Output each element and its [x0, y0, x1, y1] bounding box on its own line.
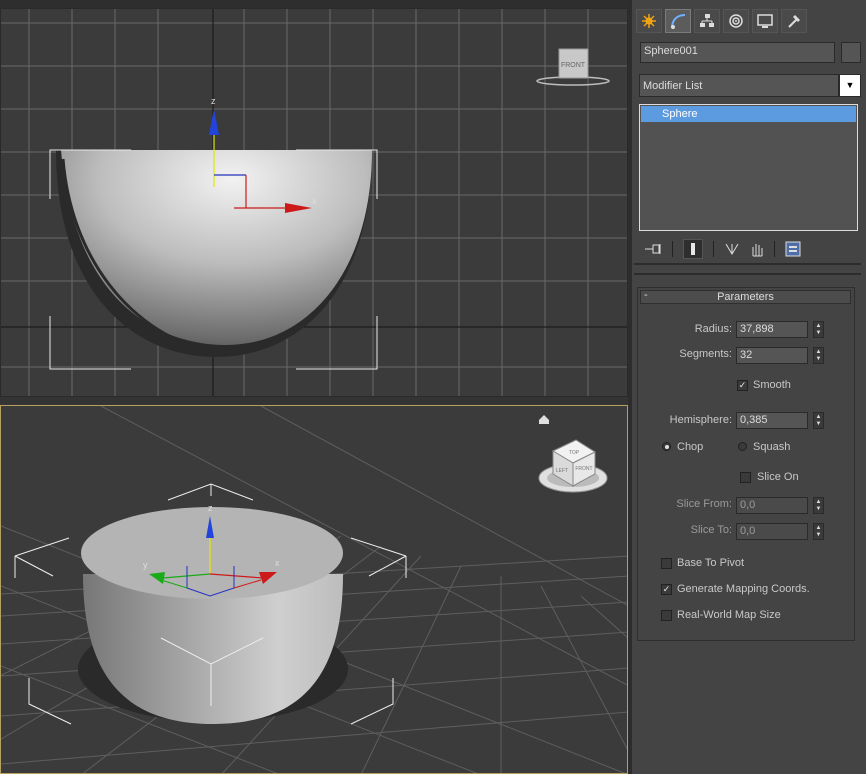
hemisphere-cap-persp[interactable]	[81, 507, 343, 599]
viewport-divider[interactable]	[0, 397, 630, 405]
home-icon[interactable]	[539, 415, 549, 424]
segments-spinner[interactable]: ▲ ▼	[813, 347, 824, 364]
object-color-swatch[interactable]	[841, 42, 861, 63]
modifier-list-arrow[interactable]: ▼	[839, 74, 861, 97]
radius-label: Radius:	[694, 323, 732, 335]
viewcube-persp-front: FRONT	[575, 466, 592, 472]
parameters-rollout-header[interactable]: - Parameters	[640, 289, 851, 304]
stack-item-sphere[interactable]: Sphere	[641, 106, 856, 122]
hemisphere-input[interactable]: 0,385	[736, 412, 808, 429]
slice-to-label: Slice To:	[690, 524, 732, 536]
front-viewcube[interactable]: FRONT	[536, 48, 610, 86]
slice-from-label: Slice From:	[676, 498, 732, 510]
gen-mapping-label: Generate Mapping Coords.	[677, 583, 810, 595]
slice-from-spinner[interactable]: ▲ ▼	[813, 497, 824, 514]
axis-label-z: z	[211, 96, 216, 106]
base-to-pivot-checkbox[interactable]	[661, 558, 672, 569]
viewcube-front-label: FRONT	[561, 62, 586, 69]
rollout-collapse-toggle[interactable]: -	[644, 289, 648, 301]
persp-axis-label-z: z	[208, 503, 213, 513]
gen-mapping-checkbox[interactable]: ✓	[661, 584, 672, 595]
real-world-checkbox[interactable]	[661, 610, 672, 621]
smooth-checkbox[interactable]: ✓	[737, 380, 748, 391]
display-icon[interactable]	[752, 9, 778, 33]
axis-label-x: x	[312, 196, 317, 206]
squash-radio[interactable]	[738, 442, 747, 451]
create-icon[interactable]	[636, 9, 662, 33]
slice-from-input[interactable]: 0,0	[736, 497, 808, 514]
motion-icon[interactable]	[723, 9, 749, 33]
object-name-field[interactable]: Sphere001	[640, 42, 835, 63]
smooth-label: Smooth	[753, 379, 791, 391]
panel-separator-2	[634, 273, 861, 275]
chop-radio[interactable]	[662, 442, 671, 451]
viewcube-persp-left: LEFT	[556, 468, 568, 474]
radius-spinner[interactable]: ▲ ▼	[813, 321, 824, 338]
modifier-list-dropdown[interactable]: Modifier List	[639, 74, 839, 97]
real-world-label: Real-World Map Size	[677, 609, 781, 621]
modify-icon[interactable]	[665, 9, 691, 33]
show-end-result-icon[interactable]	[683, 239, 703, 259]
stack-toolbar	[644, 239, 854, 259]
slice-on-label: Slice On	[757, 471, 799, 483]
persp-axis-label-y: y	[143, 560, 148, 570]
chop-label: Chop	[677, 441, 704, 453]
slice-to-spinner[interactable]: ▲ ▼	[813, 523, 824, 540]
modifier-stack-list[interactable]: Sphere	[639, 104, 858, 231]
panel-separator-1	[634, 263, 861, 265]
front-viewport-canvas: z x FRONT	[1, 9, 627, 396]
slice-to-input[interactable]: 0,0	[736, 523, 808, 540]
remove-modifier-icon[interactable]	[750, 241, 764, 257]
persp-axis-label-x: x	[275, 558, 280, 568]
perspective-viewport[interactable]: z y x TOP LEFT FRONT	[0, 405, 628, 774]
squash-label: Squash	[753, 441, 791, 453]
perspective-viewport-canvas: z y x TOP LEFT FRONT	[1, 406, 627, 773]
hemisphere-object[interactable]	[61, 150, 372, 345]
viewcube-persp-top: TOP	[569, 450, 580, 456]
parameters-title: Parameters	[717, 291, 774, 303]
command-panel-tabs	[636, 9, 807, 35]
hemisphere-spinner[interactable]: ▲ ▼	[813, 412, 824, 429]
base-to-pivot-label: Base To Pivot	[677, 557, 745, 569]
slice-on-checkbox[interactable]	[740, 472, 751, 483]
utilities-icon[interactable]	[781, 9, 807, 33]
hemisphere-label: Hemisphere:	[669, 414, 732, 426]
segments-label: Segments:	[679, 348, 732, 360]
make-unique-icon[interactable]	[724, 242, 740, 256]
hierarchy-icon[interactable]	[694, 9, 720, 33]
persp-viewcube[interactable]: TOP LEFT FRONT	[538, 439, 608, 493]
front-viewport[interactable]: z x FRONT	[0, 8, 628, 397]
pin-stack-icon[interactable]	[644, 242, 662, 256]
segments-input[interactable]: 32	[736, 347, 808, 364]
configure-sets-icon[interactable]	[785, 241, 801, 257]
radius-input[interactable]: 37,898	[736, 321, 808, 338]
